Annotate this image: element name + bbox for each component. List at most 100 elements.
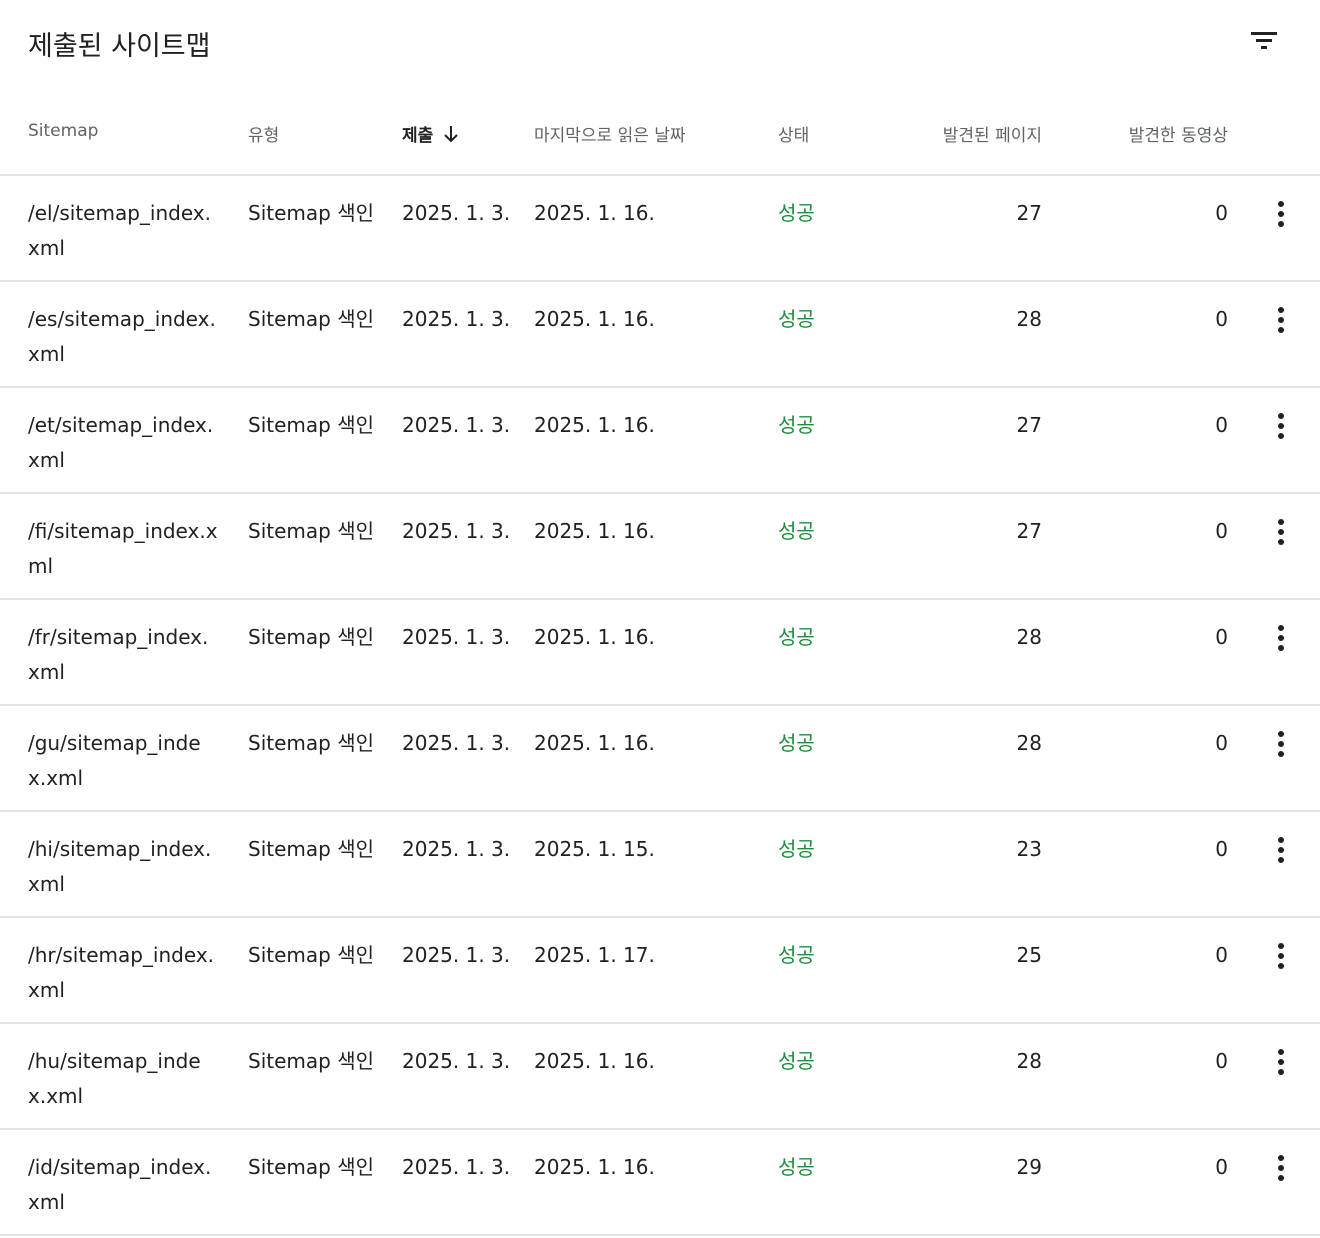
sitemap-type: Sitemap 색인 bbox=[248, 731, 374, 755]
last-read-date: 2025. 1. 16. bbox=[534, 625, 655, 649]
column-header-pages[interactable]: 발견된 페이지 bbox=[920, 121, 1042, 146]
table-row[interactable]: /fr/sitemap_index.xml Sitemap 색인 2025. 1… bbox=[0, 600, 1320, 706]
column-header-submitted[interactable]: 제출 bbox=[402, 121, 459, 146]
discovered-pages: 27 bbox=[1016, 201, 1042, 225]
last-read-date: 2025. 1. 16. bbox=[534, 1155, 655, 1179]
table-row[interactable]: /gu/sitemap_index.xml Sitemap 색인 2025. 1… bbox=[0, 706, 1320, 812]
status-text: 성공 bbox=[778, 625, 815, 649]
more-vert-icon bbox=[1278, 731, 1284, 757]
more-options-button[interactable] bbox=[1264, 938, 1298, 974]
last-read-date: 2025. 1. 16. bbox=[534, 519, 655, 543]
more-options-button[interactable] bbox=[1264, 832, 1298, 868]
status-text: 성공 bbox=[778, 837, 815, 861]
more-options-button[interactable] bbox=[1264, 620, 1298, 656]
column-header-label: 유형 bbox=[248, 126, 280, 146]
sitemap-type: Sitemap 색인 bbox=[248, 307, 374, 331]
table-row[interactable]: /id/sitemap_index.xml Sitemap 색인 2025. 1… bbox=[0, 1130, 1320, 1236]
discovered-videos: 0 bbox=[1215, 413, 1228, 437]
discovered-pages: 27 bbox=[1016, 519, 1042, 543]
sitemap-path[interactable]: /es/sitemap_index.xml bbox=[28, 302, 218, 372]
sitemap-type: Sitemap 색인 bbox=[248, 413, 374, 437]
table-row[interactable]: /hr/sitemap_index.xml Sitemap 색인 2025. 1… bbox=[0, 918, 1320, 1024]
more-options-button[interactable] bbox=[1264, 302, 1298, 338]
column-header-label: Sitemap bbox=[28, 121, 99, 141]
more-vert-icon bbox=[1278, 519, 1284, 545]
submitted-date: 2025. 1. 3. bbox=[402, 837, 511, 861]
sitemap-path[interactable]: /el/sitemap_index.xml bbox=[28, 196, 218, 266]
discovered-pages: 28 bbox=[1016, 731, 1042, 755]
column-header-sitemap[interactable]: Sitemap bbox=[28, 121, 98, 141]
status-text: 성공 bbox=[778, 731, 815, 755]
more-vert-icon bbox=[1278, 201, 1284, 227]
more-options-button[interactable] bbox=[1264, 1044, 1298, 1080]
status-text: 성공 bbox=[778, 307, 815, 331]
discovered-videos: 0 bbox=[1215, 731, 1228, 755]
status-text: 성공 bbox=[778, 1049, 815, 1073]
more-options-button[interactable] bbox=[1264, 408, 1298, 444]
submitted-date: 2025. 1. 3. bbox=[402, 1049, 511, 1073]
sitemap-path[interactable]: /hr/sitemap_index.xml bbox=[28, 938, 218, 1008]
more-options-button[interactable] bbox=[1264, 514, 1298, 550]
table-row[interactable]: /el/sitemap_index.xml Sitemap 색인 2025. 1… bbox=[0, 176, 1320, 282]
status-text: 성공 bbox=[778, 413, 815, 437]
column-header-label: 발견된 페이지 bbox=[942, 126, 1042, 146]
sitemap-path[interactable]: /gu/sitemap_index.xml bbox=[28, 726, 218, 796]
sitemap-type: Sitemap 색인 bbox=[248, 625, 374, 649]
filter-button[interactable] bbox=[1244, 22, 1284, 58]
table-row[interactable]: /es/sitemap_index.xml Sitemap 색인 2025. 1… bbox=[0, 282, 1320, 388]
discovered-videos: 0 bbox=[1215, 1155, 1228, 1179]
column-header-label: 상태 bbox=[778, 126, 810, 146]
table-body: /el/sitemap_index.xml Sitemap 색인 2025. 1… bbox=[0, 176, 1320, 1236]
page-title: 제출된 사이트맵 bbox=[28, 31, 211, 62]
more-options-button[interactable] bbox=[1264, 1150, 1298, 1186]
submitted-date: 2025. 1. 3. bbox=[402, 413, 511, 437]
more-vert-icon bbox=[1278, 625, 1284, 651]
more-options-button[interactable] bbox=[1264, 726, 1298, 762]
last-read-date: 2025. 1. 16. bbox=[534, 413, 655, 437]
submitted-date: 2025. 1. 3. bbox=[402, 1155, 511, 1179]
discovered-pages: 28 bbox=[1016, 307, 1042, 331]
sitemap-path[interactable]: /et/sitemap_index.xml bbox=[28, 408, 218, 478]
discovered-videos: 0 bbox=[1215, 625, 1228, 649]
last-read-date: 2025. 1. 15. bbox=[534, 837, 655, 861]
status-text: 성공 bbox=[778, 519, 815, 543]
sitemap-type: Sitemap 색인 bbox=[248, 519, 374, 543]
last-read-date: 2025. 1. 16. bbox=[534, 307, 655, 331]
more-vert-icon bbox=[1278, 943, 1284, 969]
more-vert-icon bbox=[1278, 1049, 1284, 1075]
table-row[interactable]: /fi/sitemap_index.xml Sitemap 색인 2025. 1… bbox=[0, 494, 1320, 600]
column-header-last-read[interactable]: 마지막으로 읽은 날짜 bbox=[534, 121, 686, 146]
sitemap-type: Sitemap 색인 bbox=[248, 1049, 374, 1073]
table-row[interactable]: /et/sitemap_index.xml Sitemap 색인 2025. 1… bbox=[0, 388, 1320, 494]
column-header-type[interactable]: 유형 bbox=[248, 121, 279, 146]
discovered-videos: 0 bbox=[1215, 519, 1228, 543]
sitemap-path[interactable]: /hu/sitemap_index.xml bbox=[28, 1044, 218, 1114]
more-options-button[interactable] bbox=[1264, 196, 1298, 232]
discovered-pages: 28 bbox=[1016, 625, 1042, 649]
column-header-videos[interactable]: 발견한 동영상 bbox=[1100, 121, 1228, 146]
sitemap-path[interactable]: /fr/sitemap_index.xml bbox=[28, 620, 218, 690]
column-header-label: 제출 bbox=[402, 126, 434, 146]
table-row[interactable]: /hi/sitemap_index.xml Sitemap 색인 2025. 1… bbox=[0, 812, 1320, 918]
discovered-videos: 0 bbox=[1215, 943, 1228, 967]
discovered-pages: 27 bbox=[1016, 413, 1042, 437]
discovered-pages: 28 bbox=[1016, 1049, 1042, 1073]
submitted-date: 2025. 1. 3. bbox=[402, 943, 511, 967]
sitemap-path[interactable]: /id/sitemap_index.xml bbox=[28, 1150, 218, 1220]
submitted-date: 2025. 1. 3. bbox=[402, 307, 511, 331]
discovered-pages: 23 bbox=[1016, 837, 1042, 861]
column-header-status[interactable]: 상태 bbox=[778, 121, 809, 146]
last-read-date: 2025. 1. 16. bbox=[534, 201, 655, 225]
more-vert-icon bbox=[1278, 413, 1284, 439]
more-vert-icon bbox=[1278, 1155, 1284, 1181]
sitemap-path[interactable]: /hi/sitemap_index.xml bbox=[28, 832, 218, 902]
table-row[interactable]: /hu/sitemap_index.xml Sitemap 색인 2025. 1… bbox=[0, 1024, 1320, 1130]
column-header-label: 발견한 동영상 bbox=[1128, 126, 1228, 146]
sitemap-path[interactable]: /fi/sitemap_index.xml bbox=[28, 514, 218, 584]
status-text: 성공 bbox=[778, 943, 815, 967]
submitted-date: 2025. 1. 3. bbox=[402, 519, 511, 543]
submitted-date: 2025. 1. 3. bbox=[402, 201, 511, 225]
filter-list-icon bbox=[1251, 32, 1277, 49]
column-header-label: 마지막으로 읽은 날짜 bbox=[534, 126, 686, 146]
arrow-down-icon bbox=[443, 125, 459, 143]
